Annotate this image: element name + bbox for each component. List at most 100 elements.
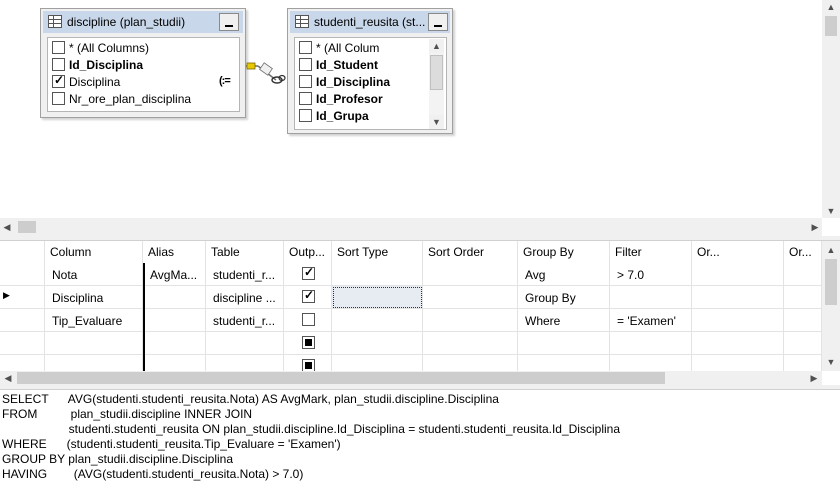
grid-cell-table[interactable]: [206, 332, 284, 355]
diagram-vertical-scrollbar[interactable]: ▲ ▼: [822, 0, 840, 218]
grid-cell-group-by[interactable]: Group By: [518, 286, 610, 309]
grid-column-header[interactable]: Filter: [610, 241, 692, 263]
grid-cell-column[interactable]: Nota: [45, 263, 143, 286]
column-checkbox[interactable]: [52, 92, 65, 105]
grid-cell-or[interactable]: [692, 286, 784, 309]
diagram-pane[interactable]: discipline (plan_studii) * (All Columns)…: [0, 0, 840, 236]
grid-column-header[interactable]: Or...: [784, 241, 822, 263]
grid-cell-or[interactable]: [784, 263, 822, 286]
minimize-button[interactable]: [219, 13, 239, 31]
grid-cell-group-by[interactable]: Where: [518, 309, 610, 332]
scroll-thumb[interactable]: [825, 259, 837, 305]
column-checkbox[interactable]: [299, 41, 312, 54]
grid-cell-sort-type[interactable]: [332, 309, 423, 332]
grid-cell-alias[interactable]: [143, 286, 206, 309]
scroll-left-icon[interactable]: ◀: [2, 371, 14, 385]
grid-cell-filter[interactable]: = 'Examen': [610, 309, 692, 332]
table-scrollbar[interactable]: ▲ ▼: [429, 39, 444, 129]
grid-column-header[interactable]: Alias: [143, 241, 206, 263]
grid-cell-sort-order[interactable]: [423, 332, 518, 355]
grid-cell-group-by[interactable]: Avg: [518, 263, 610, 286]
row-selector[interactable]: ▶: [0, 286, 45, 309]
sql-line[interactable]: HAVING (AVG(studenti.studenti_reusita.No…: [2, 467, 303, 481]
grid-cell-filter[interactable]: [610, 286, 692, 309]
table-window-header[interactable]: discipline (plan_studii): [43, 11, 243, 33]
grid-cell-alias[interactable]: [143, 309, 206, 332]
grid-cell-column[interactable]: Disciplina: [45, 286, 143, 309]
sql-line[interactable]: WHERE (studenti.studenti_reusita.Tip_Eva…: [2, 437, 341, 451]
column-list[interactable]: * (All Columns) Id_Disciplina Disciplina Nr…: [47, 37, 240, 112]
grid-cell-table[interactable]: studenti_r...: [206, 309, 284, 332]
grid-cell-sort-order[interactable]: [423, 286, 518, 309]
scroll-up-icon[interactable]: ▲: [429, 39, 444, 53]
minimize-button[interactable]: [428, 13, 448, 31]
grid-cell-or[interactable]: [692, 263, 784, 286]
sql-line[interactable]: studenti.studenti_reusita ON plan_studii…: [2, 422, 620, 436]
sql-pane[interactable]: SELECT AVG(studenti.studenti_reusita.Not…: [0, 390, 840, 490]
grid-cell-sort-type[interactable]: [332, 332, 423, 355]
row-selector[interactable]: [0, 309, 45, 332]
grid-horizontal-scrollbar[interactable]: ◀ ▶: [0, 371, 822, 385]
grid-cell-column[interactable]: Tip_Evaluare: [45, 309, 143, 332]
grid-column-header[interactable]: Table: [206, 241, 284, 263]
scroll-thumb[interactable]: [430, 55, 443, 90]
grid-cell-alias[interactable]: [143, 332, 206, 355]
scroll-down-icon[interactable]: ▼: [824, 204, 838, 218]
scroll-thumb[interactable]: [18, 221, 36, 233]
grid-cell-sort-order[interactable]: [423, 309, 518, 332]
grid-cell-or[interactable]: [692, 332, 784, 355]
sql-line[interactable]: FROM plan_studii.discipline INNER JOIN: [2, 407, 252, 421]
column-checkbox[interactable]: [299, 109, 312, 122]
sql-line[interactable]: SELECT AVG(studenti.studenti_reusita.Not…: [2, 392, 499, 406]
grid-cell-table[interactable]: studenti_r...: [206, 263, 284, 286]
scroll-up-icon[interactable]: ▲: [824, 0, 838, 14]
row-selector[interactable]: [0, 263, 45, 286]
grid-vertical-scrollbar[interactable]: ▲ ▼: [822, 241, 840, 371]
grid-cell-filter[interactable]: [610, 332, 692, 355]
output-checkbox[interactable]: [302, 288, 315, 303]
grid-column-header[interactable]: Column: [45, 241, 143, 263]
column-checkbox[interactable]: [299, 92, 312, 105]
grid-cell-group-by[interactable]: [518, 332, 610, 355]
table-window-header[interactable]: studenti_reusita (st...: [290, 11, 450, 33]
scroll-thumb[interactable]: [17, 372, 665, 384]
column-checkbox[interactable]: [299, 75, 312, 88]
grid-column-header[interactable]: Sort Type: [332, 241, 423, 263]
grid-cell-alias[interactable]: AvgMa...: [143, 263, 206, 286]
output-checkbox[interactable]: [302, 265, 315, 280]
grid-column-header[interactable]: Outp...: [284, 241, 332, 263]
column-checkbox[interactable]: [52, 73, 65, 88]
output-checkbox[interactable]: [302, 313, 315, 326]
column-checkbox[interactable]: [299, 58, 312, 71]
output-cell[interactable]: [284, 286, 332, 309]
grid-column-header[interactable]: Or...: [692, 241, 784, 263]
diagram-horizontal-scrollbar[interactable]: ◀ ▶: [0, 218, 822, 236]
row-selector[interactable]: [0, 332, 45, 355]
grid-cell-or[interactable]: [692, 309, 784, 332]
grid-cell-or[interactable]: [784, 332, 822, 355]
grid-cell-or[interactable]: [784, 286, 822, 309]
scroll-down-icon[interactable]: ▼: [824, 355, 838, 369]
scroll-thumb[interactable]: [825, 16, 837, 36]
output-cell[interactable]: [284, 309, 332, 332]
output-cell[interactable]: [284, 332, 332, 355]
column-list[interactable]: * (All Colum Id_Student Id_Disciplina Id_Pr…: [294, 37, 447, 130]
column-checkbox[interactable]: [52, 58, 65, 71]
column-checkbox[interactable]: [52, 41, 65, 54]
output-cell[interactable]: [284, 263, 332, 286]
join-key-icon[interactable]: [244, 58, 288, 88]
sql-line[interactable]: GROUP BY plan_studii.discipline.Discipli…: [2, 452, 233, 466]
table-window-studenti-reusita[interactable]: studenti_reusita (st... * (All Colum Id_S…: [287, 8, 453, 134]
grid-column-header[interactable]: Sort Order: [423, 241, 518, 263]
scroll-left-icon[interactable]: ◀: [0, 220, 14, 234]
grid-cell-or[interactable]: [784, 309, 822, 332]
criteria-grid[interactable]: Column Alias Table Outp... Sort Type Sort Ord…: [0, 241, 840, 385]
scroll-up-icon[interactable]: ▲: [824, 243, 838, 257]
output-checkbox[interactable]: [302, 336, 315, 349]
table-window-discipline[interactable]: discipline (plan_studii) * (All Columns)…: [40, 8, 246, 118]
grid-cell-sort-type[interactable]: [332, 263, 423, 286]
scroll-right-icon[interactable]: ▶: [808, 371, 820, 385]
grid-cell-column[interactable]: [45, 332, 143, 355]
scroll-right-icon[interactable]: ▶: [808, 220, 822, 234]
grid-cell-sort-order[interactable]: [423, 263, 518, 286]
